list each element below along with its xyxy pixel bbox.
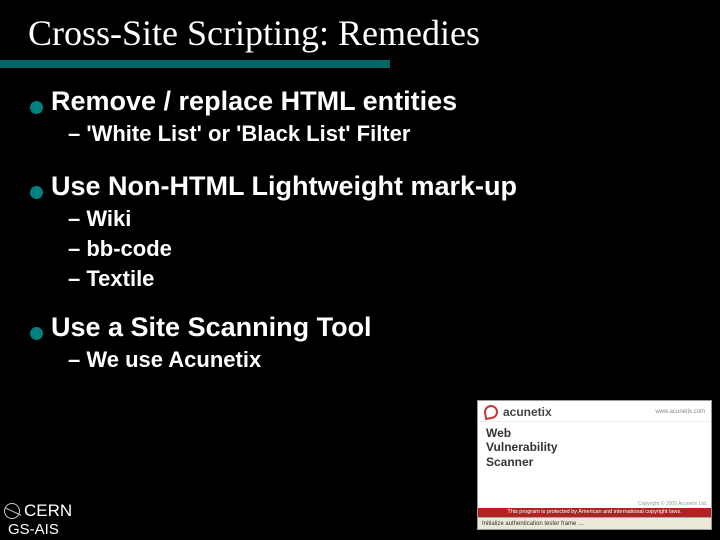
bullet-non-html-markup: Use Non-HTML Lightweight mark-up [30,171,700,202]
bullet-dot-icon [30,186,43,199]
copyright-text: Copyright © 2009 Acunetix Ltd. [638,501,707,507]
product-line1: Web [486,426,511,440]
cern-logo-icon [4,503,20,519]
acunetix-url: www.acunetix.com [655,409,705,415]
bullet-text: Remove / replace HTML entities [51,86,457,117]
product-name: Web Vulnerability Scanner [486,426,703,469]
acunetix-screenshot: acunetix www.acunetix.com Web Vulnerabil… [477,400,712,530]
status-bar: Initialize authentication tester frame … [478,517,711,529]
product-line3: Scanner [486,455,533,469]
title-underline [0,60,390,68]
sub-bullet-whitelist: – 'White List' or 'Black List' Filter [30,121,700,147]
license-bar: This program is protected by American an… [478,508,711,517]
sub-bullet-textile: – Textile [30,266,700,292]
bullet-dot-icon [30,327,43,340]
sub-bullet-acunetix: – We use Acunetix [30,347,700,373]
acunetix-logo-icon [483,404,499,420]
slide-title: Cross-Site Scripting: Remedies [0,0,720,60]
screenshot-body: Web Vulnerability Scanner [478,422,711,479]
bullet-dot-icon [30,101,43,114]
acunetix-brand: acunetix [503,405,552,419]
bullet-text: Use a Site Scanning Tool [51,312,372,343]
sub-bullet-bbcode: – bb-code [30,236,700,262]
bullet-scanning-tool: Use a Site Scanning Tool [30,312,700,343]
screenshot-header: acunetix www.acunetix.com [478,401,711,422]
product-line2: Vulnerability [486,440,558,454]
bullet-text: Use Non-HTML Lightweight mark-up [51,171,517,202]
org-name: CERN [24,501,72,521]
bullet-remove-replace: Remove / replace HTML entities [30,86,700,117]
slide-content: Remove / replace HTML entities – 'White … [0,86,720,373]
sub-bullet-wiki: – Wiki [30,206,700,232]
